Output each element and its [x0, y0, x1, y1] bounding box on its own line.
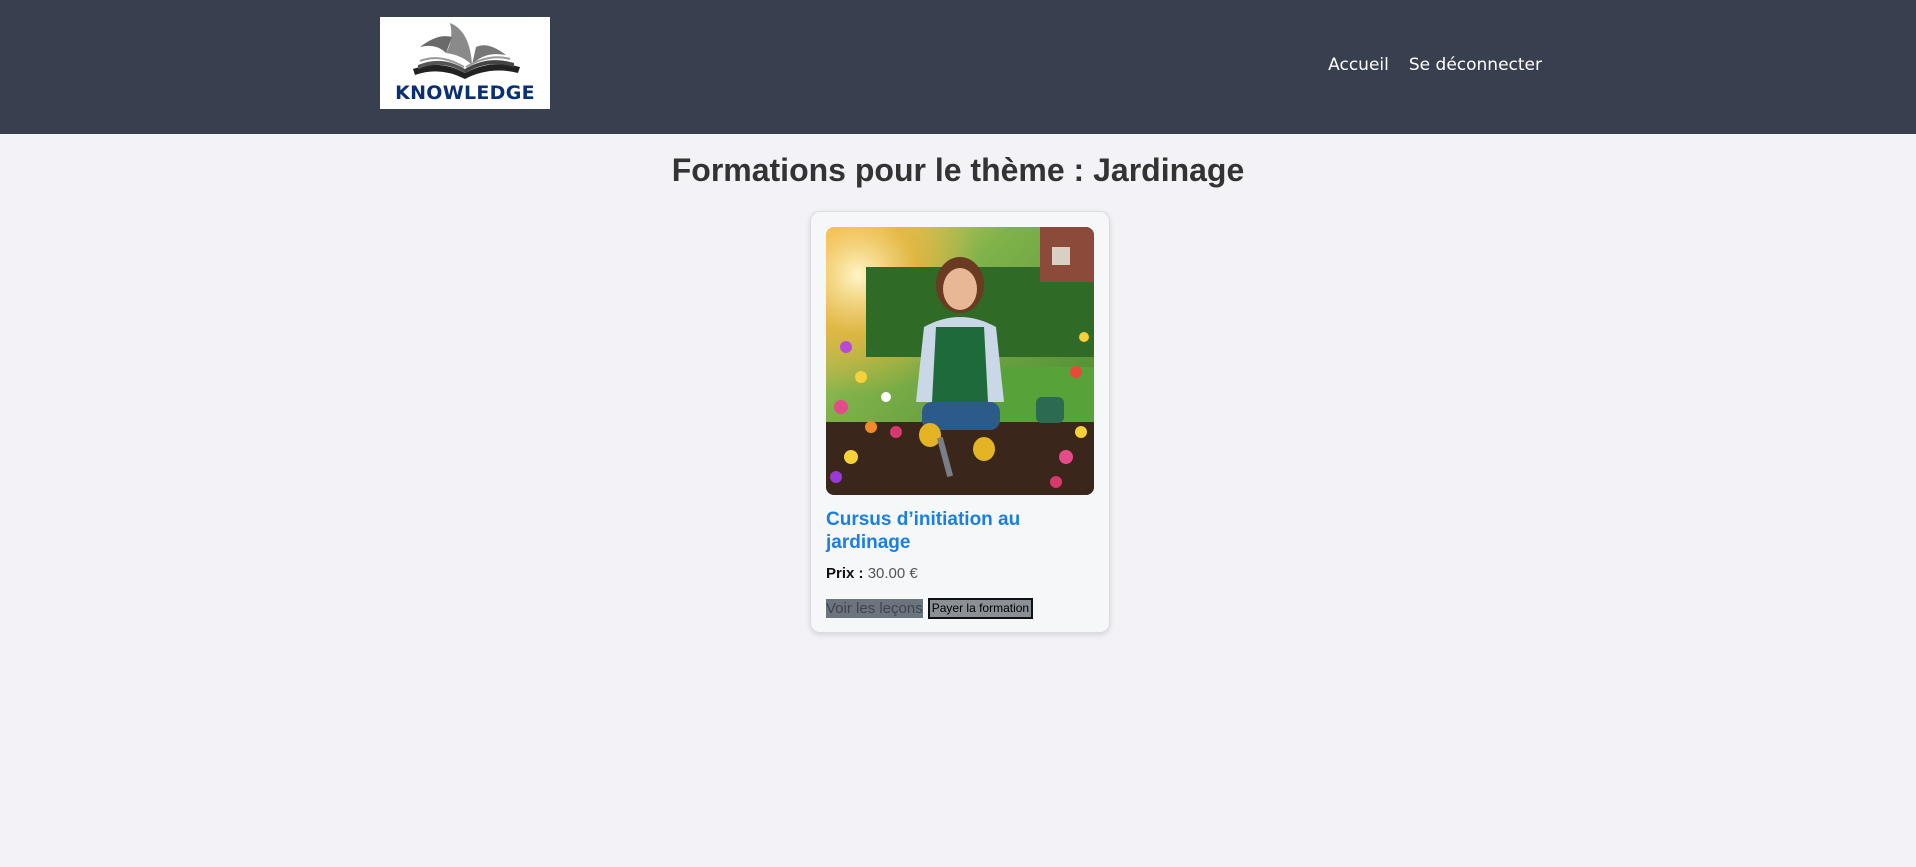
course-card: Cursus d’initiation au jardinage Prix : …	[810, 211, 1110, 633]
course-image	[826, 227, 1094, 495]
logo-text: KNOWLEDGE	[395, 82, 535, 104]
knowledge-logo[interactable]: KNOWLEDGE	[380, 17, 550, 109]
course-price: Prix : 30.00 €	[826, 565, 918, 582]
nav-logout-link[interactable]: Se déconnecter	[1409, 55, 1542, 75]
page-title: Formations pour le thème : Jardinage	[671, 152, 1245, 188]
course-actions: Voir les leçons Payer la formation	[826, 598, 1034, 619]
price-label: Prix :	[826, 565, 864, 582]
nav-accueil-link[interactable]: Accueil	[1328, 55, 1389, 75]
pay-course-button[interactable]: Payer la formation	[927, 598, 1034, 619]
price-value: 30.00 €	[867, 565, 918, 582]
main-nav: Accueil Se déconnecter	[1328, 55, 1542, 75]
site-header: KNOWLEDGE Accueil Se déconnecter	[0, 0, 1916, 134]
open-book-icon	[413, 23, 520, 79]
course-title: Cursus d’initiation au jardinage	[826, 509, 1021, 553]
view-lessons-button[interactable]: Voir les leçons	[826, 599, 923, 618]
gardening-woman-photo-icon	[826, 227, 1094, 495]
